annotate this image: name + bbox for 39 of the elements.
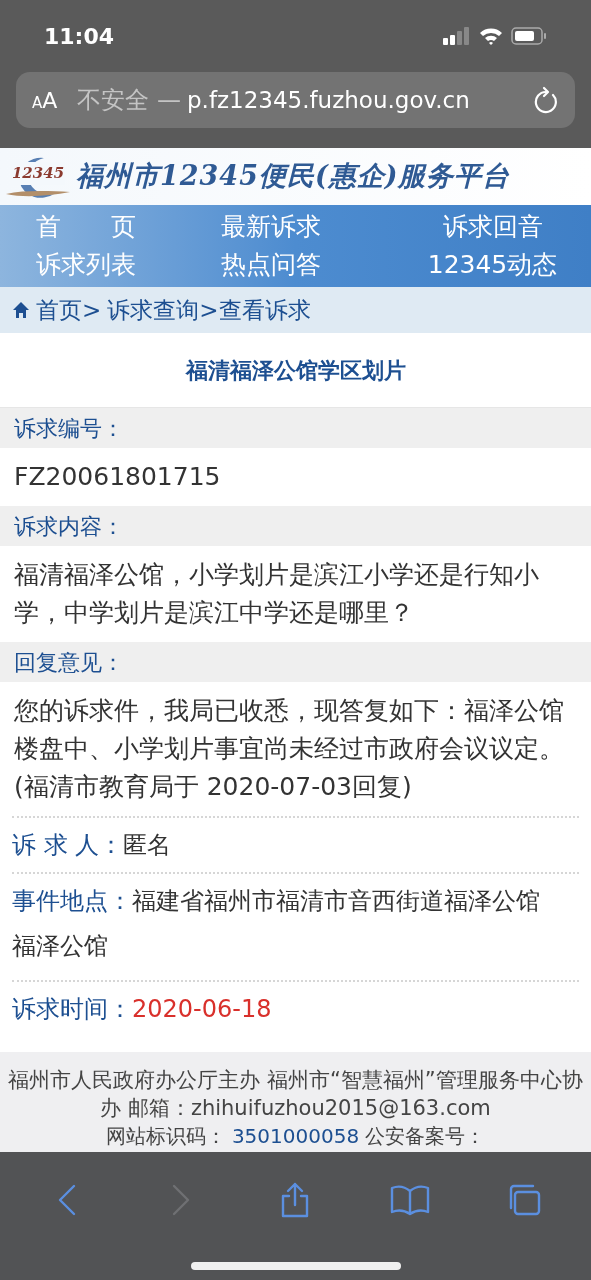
url-text: p.fz12345.fuzhou.gov.cn	[186, 85, 470, 115]
book-icon	[389, 1184, 430, 1216]
signal-icon	[443, 27, 471, 45]
battery-icon	[511, 27, 547, 45]
section-label: 诉求内容：	[14, 512, 124, 541]
section-text: FZ20061801715	[13, 461, 222, 493]
wifi-icon	[479, 27, 503, 45]
detail-label: 诉 求 人：	[12, 830, 124, 861]
section-text: 福清福泽公馆，小学划片是滨江小学还是行知小学，中学划片是滨江中学还是哪里？	[13, 559, 540, 629]
detail-label: 事件地点：	[12, 886, 132, 917]
section-text: 您的诉求件，我局已收悉，现答复如下：福泽公馆楼盘中、小学划片事宜尚未经过市政府会议议定。(福清市教育局于 2020-07-03回复)	[13, 695, 565, 803]
footer-text: 福州市人民政府办公厅主办 福州市“智慧福州”管理服务中心协办 邮箱：zhihuifuzhou2015@163.com	[7, 1067, 584, 1122]
site-title: 福州市12345便民(惠企)服务平台	[76, 159, 511, 194]
section-label: 诉求编号：	[14, 414, 124, 443]
detail-value: 匿名	[123, 830, 172, 861]
nav-link[interactable]: 最新诉求	[197, 209, 394, 245]
nav-link[interactable]: 诉求回音	[394, 209, 591, 245]
detail-value: 福建省福州市福清市音西街道福泽公馆	[132, 886, 540, 917]
page-title: 福清福泽公馆学区划片	[185, 356, 406, 385]
detail-value: 2020-06-18	[132, 994, 272, 1025]
detail-value: 福泽公馆	[12, 931, 109, 962]
text-size-button[interactable]: AA	[32, 83, 58, 117]
address-bar[interactable]: AA 不安全 — p.fz12345.fuzhou.gov.cn	[16, 72, 575, 128]
nav-link[interactable]: 12345动态	[394, 247, 591, 283]
nav-link[interactable]: 热点问答	[197, 247, 394, 283]
footer-label: 网站标识码：	[105, 1123, 226, 1150]
section-label: 回复意见：	[14, 648, 124, 677]
site-id-link[interactable]: 3501000058	[231, 1122, 360, 1150]
detail-label: 诉求时间：	[12, 994, 132, 1025]
footer-label: 公安备案号：	[365, 1123, 486, 1150]
security-label: 不安全 —	[77, 85, 181, 116]
status-time: 11:04	[44, 22, 115, 51]
home-icon[interactable]	[12, 301, 30, 319]
nav-link[interactable]: 诉求列表	[0, 247, 197, 283]
nav-link[interactable]: 首 页	[0, 209, 197, 245]
reload-icon[interactable]	[533, 86, 559, 114]
breadcrumb-link[interactable]: 首页>	[36, 292, 102, 328]
breadcrumb-link[interactable]: 诉求查询>查看诉求	[107, 292, 311, 328]
logo-number: 12345	[10, 162, 66, 185]
